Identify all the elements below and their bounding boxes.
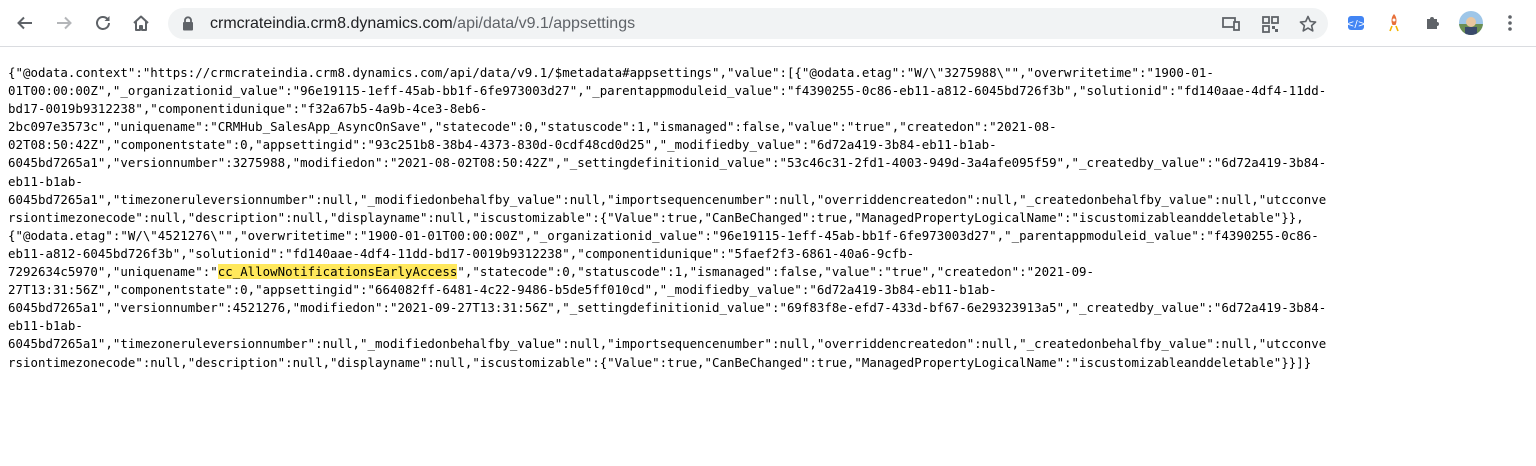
qr-code-button[interactable] — [1257, 11, 1283, 37]
browser-toolbar: crmcrateindia.crm8.dynamics.com/api/data… — [0, 0, 1536, 47]
puzzle-extensions-icon — [1427, 17, 1439, 29]
back-button[interactable] — [10, 8, 40, 38]
json-line: 6045bd7265a1","timezoneruleversionnumber… — [8, 191, 1327, 207]
url-text[interactable]: crmcrateindia.crm8.dynamics.com/api/data… — [210, 8, 635, 39]
json-line: 2bc097e3573c","uniquename":"CRMHub_Sales… — [8, 119, 1057, 135]
qr-code-icon — [1261, 15, 1279, 33]
forward-button[interactable] — [49, 8, 79, 38]
home-button[interactable] — [126, 8, 156, 38]
json-line: 01T00:00:00Z","_organizationid_value":"9… — [8, 83, 1327, 99]
extensions-button[interactable] — [1419, 9, 1447, 37]
home-icon — [133, 15, 149, 31]
cast-button[interactable] — [1218, 11, 1244, 37]
forward-icon — [57, 16, 72, 30]
bookmark-star-button[interactable] — [1295, 11, 1321, 37]
rocket-extension-button[interactable] — [1380, 9, 1408, 37]
url-host: crmcrateindia.crm8.dynamics.com — [210, 15, 453, 32]
json-line: {"@odata.etag":"W/\"4521276\"","overwrit… — [8, 227, 1319, 243]
json-line: eb11-a812-6045bd726f3b","solutionid":"fd… — [8, 245, 915, 261]
json-line: 27T13:31:56Z","componentstate":0,"appset… — [8, 282, 997, 298]
url-path: /api/data/v9.1/appsettings — [452, 15, 636, 32]
lock-icon — [183, 16, 193, 31]
back-icon — [17, 16, 32, 30]
json-line: 6045bd7265a1","timezoneruleversionnumber… — [8, 336, 1327, 352]
search-highlight: cc_AllowNotificationsEarlyAccess — [217, 264, 458, 280]
json-line: eb11-b1ab- — [8, 318, 83, 334]
json-line: rsiontimezonecode":null,"description":nu… — [8, 209, 1304, 225]
rocket-extension-icon — [1389, 14, 1399, 32]
json-line: 7292634c5970","uniquename":" — [8, 264, 218, 280]
json-line: {"@odata.context":"https://crmcrateindia… — [8, 65, 1214, 80]
more-menu-icon — [1508, 15, 1512, 31]
profile-button[interactable] — [1457, 9, 1485, 37]
reload-icon — [96, 16, 110, 30]
extension-blue-button[interactable]: </> — [1342, 9, 1370, 37]
extension-blue-icon: </> — [1346, 16, 1366, 30]
reload-button[interactable] — [88, 8, 118, 38]
json-line: 6045bd7265a1","versionnumber":4521276,"m… — [8, 300, 1327, 316]
json-response-body: {"@odata.context":"https://crmcrateindia… — [8, 64, 1523, 372]
star-icon — [1299, 15, 1317, 32]
json-line-tail: ","statecode":0,"statuscode":1,"ismanage… — [457, 264, 1095, 280]
json-line: 02T08:50:42Z","componentstate":0,"appset… — [8, 137, 997, 153]
svg-text:</>: </> — [1346, 19, 1366, 30]
cast-icon — [1222, 17, 1240, 31]
profile-avatar — [1459, 11, 1483, 35]
json-line: 6045bd7265a1","versionnumber":3275988,"m… — [8, 155, 1327, 171]
more-menu-button[interactable] — [1496, 9, 1524, 37]
json-line: eb11-b1ab- — [8, 173, 83, 189]
json-line: rsiontimezonecode":null,"description":nu… — [8, 354, 1312, 370]
address-bar[interactable]: crmcrateindia.crm8.dynamics.com/api/data… — [168, 8, 1328, 39]
json-line: bd17-0019b9312238","componentidunique":"… — [8, 101, 488, 117]
